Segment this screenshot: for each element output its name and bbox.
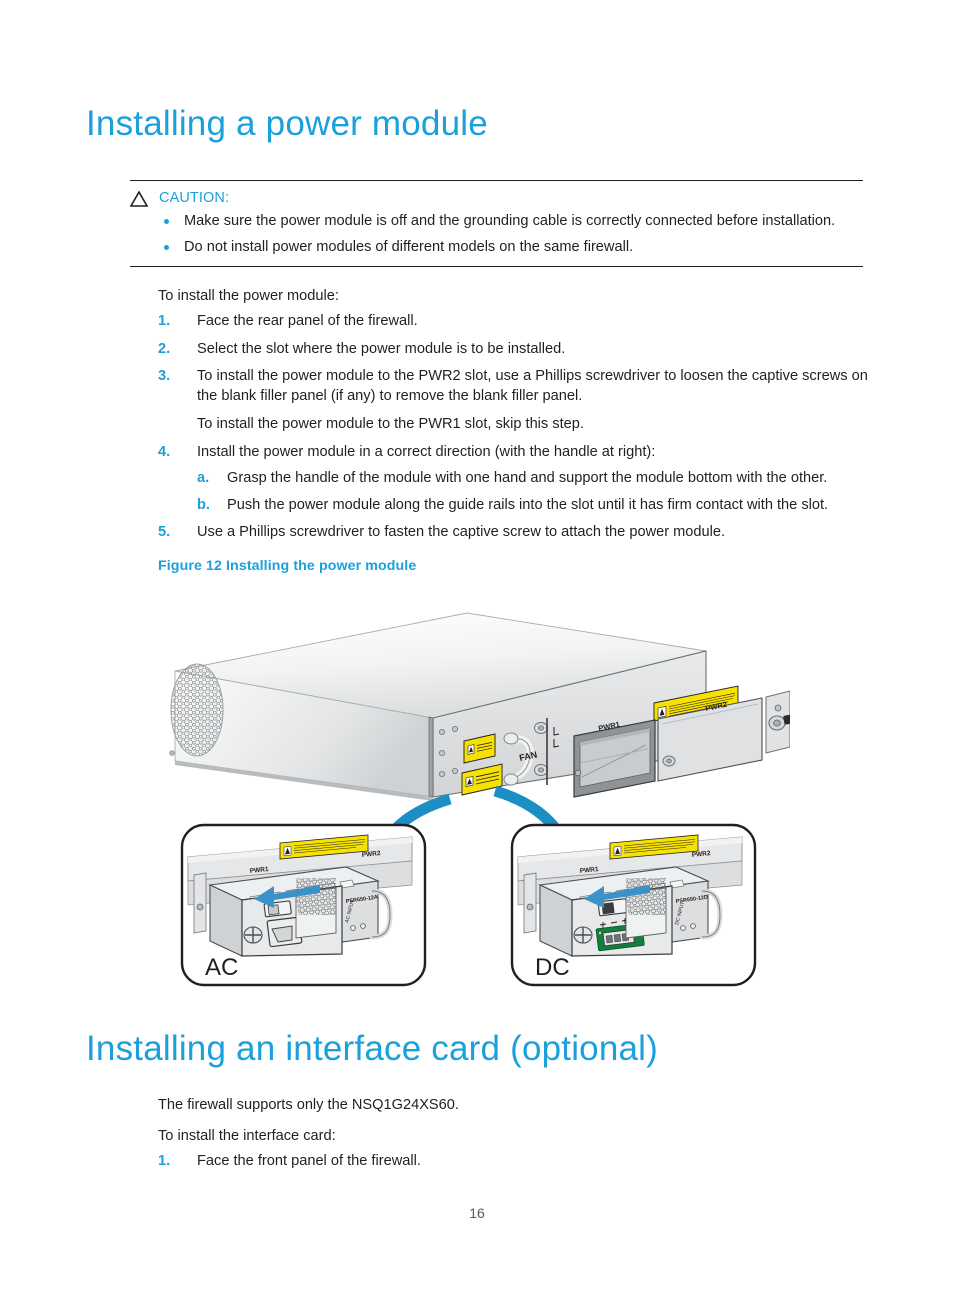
step-item: 1. Face the front panel of the firewall. bbox=[158, 1152, 878, 1172]
substep-item: a. Grasp the handle of the module with o… bbox=[197, 469, 878, 489]
dc-label: DC bbox=[535, 954, 570, 981]
power-module-diagram: FAN PWR1 PWR2 PWR1 PWR2 PSR650-12A AC IN… bbox=[169, 612, 790, 987]
figure-caption: Figure 12 Installing the power module bbox=[158, 558, 417, 574]
substep-list: a. Grasp the handle of the module with o… bbox=[197, 469, 878, 515]
step-text: Face the front panel of the firewall. bbox=[197, 1153, 421, 1169]
caution-item: Make sure the power module is off and th… bbox=[162, 212, 863, 231]
ac-captive-screw bbox=[243, 926, 263, 944]
step-item: 5. Use a Phillips screwdriver to fasten … bbox=[158, 523, 878, 543]
step-item: 4. Install the power module in a correct… bbox=[158, 443, 878, 516]
document-page: Installing a power module CAUTION: Make … bbox=[0, 0, 954, 1296]
step-number: 3. bbox=[158, 368, 171, 384]
ac-label: AC bbox=[205, 954, 238, 981]
step-item: 3. To install the power module to the PW… bbox=[158, 367, 878, 435]
caution-item: Do not install power modules of differen… bbox=[162, 238, 863, 257]
caution-label: CAUTION: bbox=[159, 190, 230, 206]
step-text: Use a Phillips screwdriver to fasten the… bbox=[197, 524, 726, 540]
step-item: 1. Face the rear panel of the firewall. bbox=[158, 312, 878, 332]
page-title-interface-card: Installing an interface card (optional) bbox=[86, 1029, 659, 1068]
dc-captive-screw bbox=[573, 926, 593, 944]
caution-header: CAUTION: bbox=[130, 189, 863, 207]
step-number: 5. bbox=[158, 524, 171, 540]
power-module-intro: To install the power module: bbox=[158, 288, 339, 304]
interface-card-steps: 1. Face the front panel of the firewall. bbox=[158, 1152, 878, 1180]
substep-text: Grasp the handle of the module with one … bbox=[227, 470, 828, 486]
step-text: Install the power module in a correct di… bbox=[197, 443, 656, 460]
substep-text: Push the power module along the guide ra… bbox=[227, 496, 829, 513]
step-number: 4. bbox=[158, 443, 171, 460]
chassis-illustration: FAN PWR1 PWR2 bbox=[169, 612, 790, 801]
step-item: 2. Select the slot where the power modul… bbox=[158, 340, 878, 360]
page-number: 16 bbox=[469, 1205, 485, 1221]
step-extra-text: To install the power module to the PWR1 … bbox=[197, 416, 584, 432]
caution-triangle-icon bbox=[130, 191, 148, 207]
substep-number: b. bbox=[197, 496, 210, 513]
dc-detail-view: PWR1 PWR2 PSR650-12D DC INPUT DC bbox=[510, 823, 757, 987]
caution-block: CAUTION: Make sure the power module is o… bbox=[130, 180, 863, 267]
step-number: 2. bbox=[158, 340, 171, 357]
interface-card-support-note: The firewall supports only the NSQ1G24XS… bbox=[158, 1097, 459, 1113]
ac-detail-view: PWR1 PWR2 PSR650-12A AC INPUT AC bbox=[180, 823, 427, 987]
step-text: To install the power module to the PWR2 … bbox=[197, 368, 868, 404]
page-title-power-module: Installing a power module bbox=[86, 104, 488, 143]
power-module-steps: 1. Face the rear panel of the firewall. … bbox=[158, 312, 878, 551]
substep-number: a. bbox=[197, 470, 210, 486]
caution-rule-bottom bbox=[130, 266, 863, 267]
step-number: 1. bbox=[158, 1153, 171, 1169]
step-text: Face the rear panel of the firewall. bbox=[197, 313, 418, 329]
step-text: Select the slot where the power module i… bbox=[197, 340, 566, 357]
step-number: 1. bbox=[158, 313, 171, 329]
caution-list: Make sure the power module is off and th… bbox=[130, 212, 863, 257]
substep-item: b. Push the power module along the guide… bbox=[197, 496, 878, 516]
figure-illustration: FAN PWR1 PWR2 PWR1 PWR2 PSR650-12A AC IN… bbox=[150, 585, 790, 1000]
caution-rule-top bbox=[130, 180, 863, 181]
interface-card-intro: To install the interface card: bbox=[158, 1128, 336, 1144]
